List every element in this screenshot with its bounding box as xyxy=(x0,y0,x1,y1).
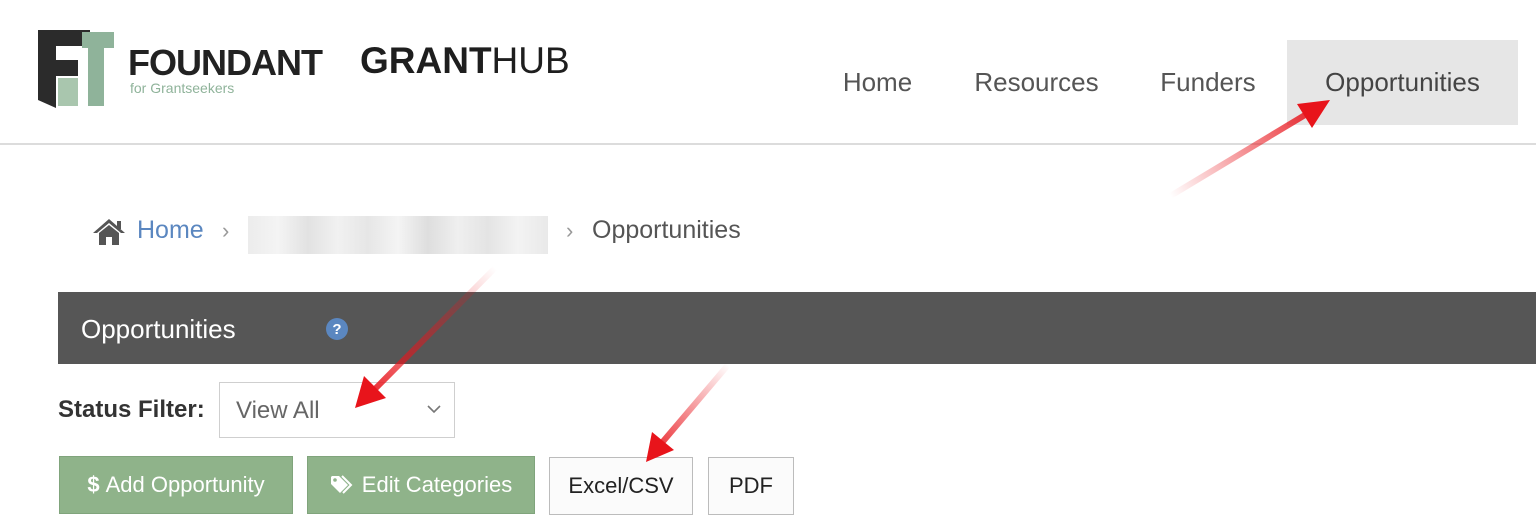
breadcrumb-separator-icon: › xyxy=(566,218,574,243)
brand-wordmark: FOUNDANT xyxy=(128,42,323,83)
chevron-down-icon xyxy=(427,405,441,414)
breadcrumb-home-link[interactable]: Home xyxy=(137,216,204,245)
home-icon[interactable] xyxy=(92,218,126,246)
product-name[interactable]: GRANTHUB xyxy=(360,40,570,82)
opportunities-panel-header: Opportunities ? xyxy=(58,292,1536,364)
add-opportunity-label: Add Opportunity xyxy=(105,472,265,497)
tags-icon xyxy=(330,475,356,495)
add-opportunity-button[interactable]: $ Add Opportunity xyxy=(59,456,293,514)
excel-csv-button[interactable]: Excel/CSV xyxy=(549,457,693,515)
edit-categories-label: Edit Categories xyxy=(361,472,513,497)
pdf-button[interactable]: PDF xyxy=(708,457,794,515)
panel-title: Opportunities xyxy=(81,314,236,344)
product-name-light: HUB xyxy=(491,40,570,81)
status-filter-select[interactable]: View All xyxy=(219,382,455,438)
breadcrumb-redacted-item[interactable] xyxy=(248,216,548,254)
help-icon[interactable]: ? xyxy=(326,318,348,340)
breadcrumb-current: Opportunities xyxy=(592,216,741,244)
nav-funders[interactable]: Funders xyxy=(1140,40,1276,125)
foundant-logo-icon xyxy=(38,30,114,108)
status-filter-label: Status Filter: xyxy=(58,396,205,423)
status-filter-value: View All xyxy=(236,397,320,424)
product-name-bold: GRANT xyxy=(360,40,492,81)
dollar-icon: $ xyxy=(87,472,100,497)
nav-resources[interactable]: Resources xyxy=(955,40,1118,125)
top-header: FOUNDANT for Grantseekers GRANTHUB Home … xyxy=(0,0,1536,145)
nav-opportunities[interactable]: Opportunities xyxy=(1287,40,1518,125)
brand-tagline: for Grantseekers xyxy=(130,80,235,96)
nav-home[interactable]: Home xyxy=(820,40,935,125)
arrow-to-excel-csv-icon xyxy=(646,362,731,462)
breadcrumb-separator-icon: › xyxy=(222,218,230,243)
edit-categories-button[interactable]: Edit Categories xyxy=(307,456,535,514)
